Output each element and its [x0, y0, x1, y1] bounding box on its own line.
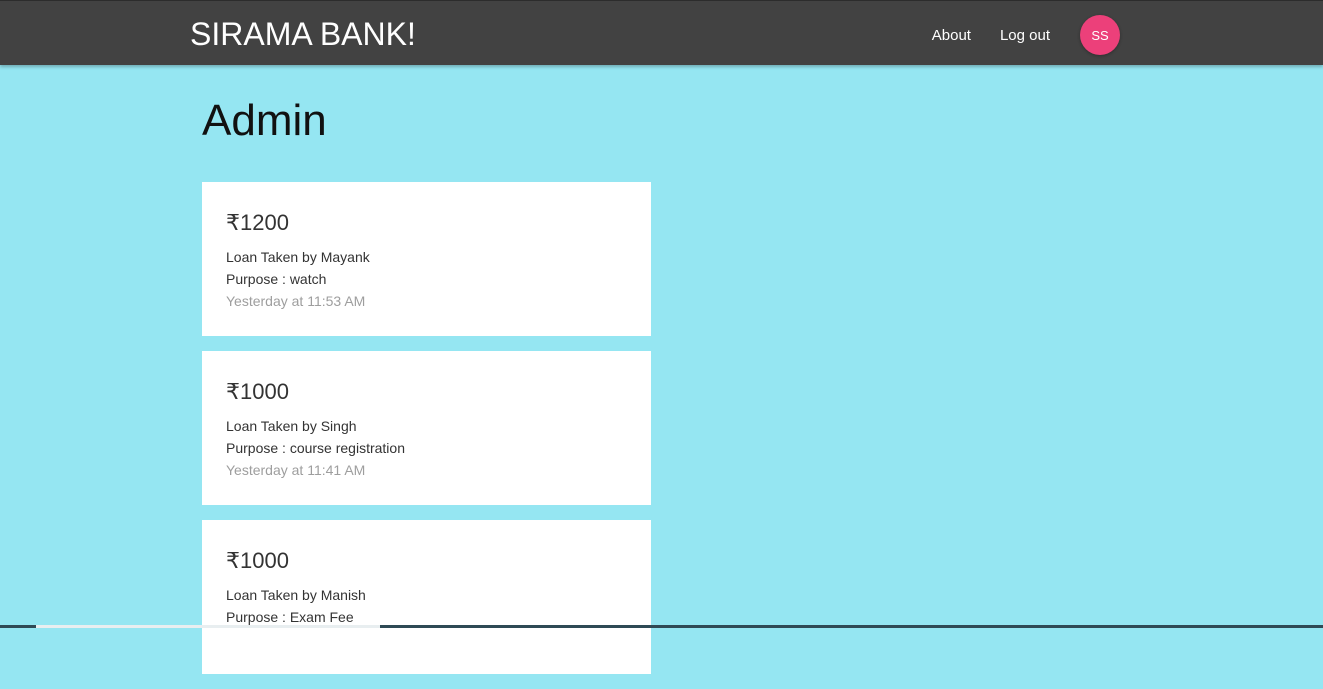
- loan-card: ₹1200 Loan Taken by Mayank Purpose : wat…: [202, 182, 651, 336]
- loan-taken-by: Loan Taken by Singh: [226, 418, 357, 434]
- user-avatar[interactable]: SS: [1080, 15, 1120, 55]
- loan-amount: ₹1000: [226, 548, 289, 573]
- logout-link[interactable]: Log out: [1000, 27, 1050, 44]
- loan-timestamp: Yesterday at 11:53 AM: [226, 293, 366, 309]
- brand-logo-link[interactable]: SIRAMA BANK!: [190, 14, 416, 54]
- nav-links: About Log out SS: [903, 15, 1120, 55]
- loan-taken-by: Loan Taken by Manish: [226, 587, 366, 603]
- loan-purpose: Purpose : course registration: [226, 440, 405, 456]
- loan-purpose: Purpose : watch: [226, 271, 327, 287]
- loan-taken-by: Loan Taken by Mayank: [226, 249, 370, 265]
- loan-card: ₹1000 Loan Taken by Singh Purpose : cour…: [202, 351, 651, 505]
- loan-timestamp: Yesterday at 11:41 AM: [226, 462, 366, 478]
- loan-card: ₹1000 Loan Taken by Manish Purpose : Exa…: [202, 520, 651, 674]
- about-link[interactable]: About: [932, 27, 971, 44]
- page-title: Admin: [202, 96, 327, 145]
- loan-list: ₹1200 Loan Taken by Mayank Purpose : wat…: [202, 182, 651, 689]
- top-navbar: SIRAMA BANK! About Log out SS: [0, 0, 1323, 65]
- loan-amount: ₹1000: [226, 379, 289, 404]
- loan-amount: ₹1200: [226, 210, 289, 235]
